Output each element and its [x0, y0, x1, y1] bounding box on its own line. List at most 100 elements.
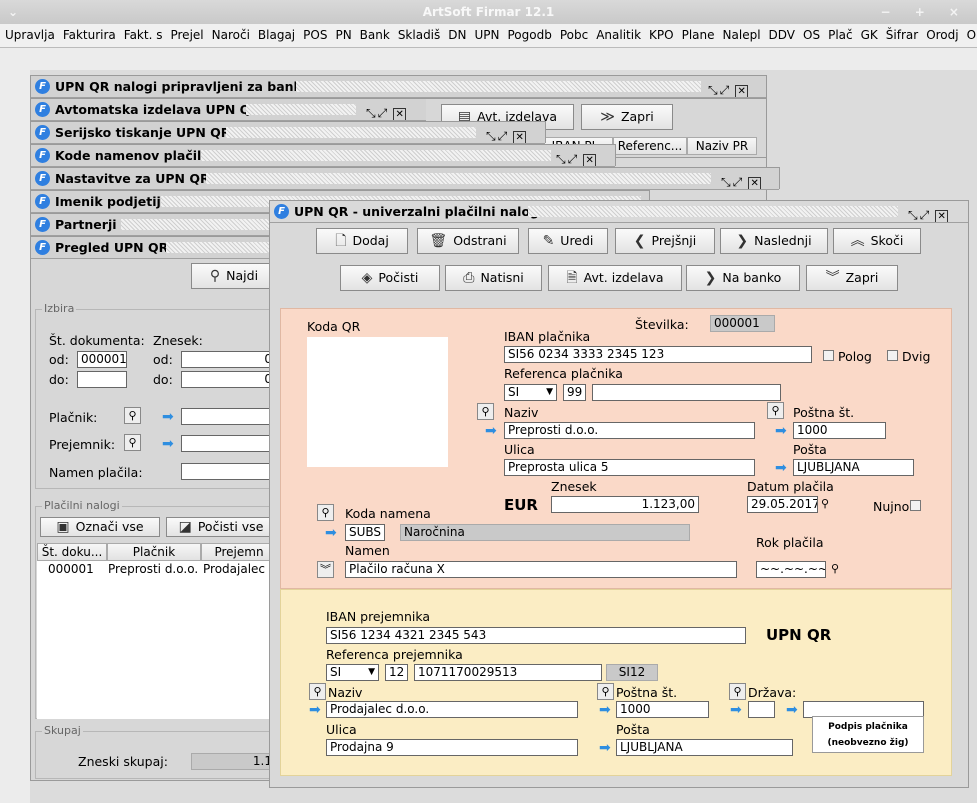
frame-partnerji-titlebar[interactable]: F Partnerji: [31, 214, 279, 236]
menu-item-19[interactable]: OS: [798, 24, 823, 46]
naziv-search-icon[interactable]: ⚲: [477, 403, 494, 420]
menu-item-14[interactable]: Analitik: [591, 24, 644, 46]
oznaci-vse-button[interactable]: ▣ Označi vse: [40, 517, 160, 537]
col-prejemnik[interactable]: Prejemn: [201, 543, 277, 561]
znesek-input[interactable]: 1.123,00: [551, 496, 699, 513]
window-controls[interactable]: − + ×: [880, 0, 969, 24]
ulica-input[interactable]: Preprosta ulica 5: [504, 459, 755, 476]
drzava-search-icon[interactable]: ⚲: [729, 683, 746, 700]
frame-controls[interactable]: ⤡⤢ ✕: [556, 148, 597, 166]
menu-item-11[interactable]: UPN: [470, 24, 503, 46]
frame-pregled-titlebar[interactable]: F Pregled UPN QR: [31, 237, 279, 259]
frame-upn-nalogi-titlebar[interactable]: F UPN QR nalogi pripravljeni za banko ⤡⤢…: [31, 76, 766, 98]
namen-dropdown-icon[interactable]: ︾: [317, 561, 334, 578]
menu-item-15[interactable]: KPO: [644, 24, 677, 46]
placnik-input[interactable]: [181, 408, 276, 425]
postna-st-search-icon[interactable]: ⚲: [767, 402, 784, 419]
koda-namena-search-icon[interactable]: ⚲: [317, 504, 334, 521]
pocisti-vse-button[interactable]: ◪ Počisti vse: [166, 517, 276, 537]
dodaj-button[interactable]: 🗋 Dodaj: [316, 228, 408, 254]
menu-item-8[interactable]: Bank: [355, 24, 393, 46]
namen-placila-input[interactable]: [181, 463, 276, 480]
postna-st-r-input[interactable]: 1000: [616, 701, 709, 718]
menu-item-20[interactable]: Plač: [823, 24, 856, 46]
menu-item-24[interactable]: Okn: [962, 24, 977, 46]
rok-placila-input[interactable]: ~~.~~.~~~: [756, 561, 826, 578]
menu-item-12[interactable]: Pogodb: [503, 24, 555, 46]
dok-do-input[interactable]: [77, 371, 127, 388]
table-row[interactable]: 000001 Preprosti d.o.o. Prodajalec: [37, 561, 277, 577]
menu-item-18[interactable]: DDV: [764, 24, 798, 46]
menu-item-2[interactable]: Fakt. s: [119, 24, 166, 46]
frame-controls[interactable]: ⤡⤢ ✕: [486, 125, 527, 143]
naziv-arrow-icon[interactable]: ➡: [485, 424, 497, 438]
iban-prejemnika-input[interactable]: SI56 1234 4321 2345 543: [326, 627, 746, 644]
naziv-r-arrow-icon[interactable]: ➡: [309, 703, 321, 717]
dvig-checkbox[interactable]: [887, 350, 898, 361]
upn-titlebar[interactable]: F UPN QR - univerzalni plačilni nalog ⤡⤢…: [270, 201, 968, 223]
odstrani-button[interactable]: 🗑 Odstrani: [417, 228, 519, 254]
najdi-button[interactable]: ⚲ Najdi: [191, 263, 277, 289]
avt-izdelava-upn-button[interactable]: 🗎 Avt. izdelava: [548, 265, 682, 291]
prejemnik-input[interactable]: [181, 435, 276, 452]
placnik-search-icon[interactable]: ⚲: [124, 407, 141, 424]
skoci-button[interactable]: ︽ Skoči: [833, 228, 921, 254]
frame-controls[interactable]: ⤡⤢ ✕: [708, 79, 749, 97]
natisni-button[interactable]: ⎙ Natisni: [445, 265, 542, 291]
close-icon[interactable]: ✕: [583, 154, 597, 166]
prejsnji-button[interactable]: ❮ Prejšnji: [615, 228, 715, 254]
prejemnik-arrow-icon[interactable]: ➡: [162, 437, 174, 451]
posta-input[interactable]: LJUBLJANA: [793, 459, 914, 476]
postna-st-input[interactable]: 1000: [793, 422, 886, 439]
frame-kode-titlebar[interactable]: F Kode namenov plačil ⤡⤢ ✕: [31, 145, 615, 167]
si12-button[interactable]: SI12: [606, 664, 658, 681]
na-banko-button[interactable]: ❯ Na banko: [686, 265, 800, 291]
close-icon[interactable]: ✕: [513, 131, 527, 143]
postna-st-r-search-icon[interactable]: ⚲: [597, 683, 614, 700]
frame-controls[interactable]: ⤡⤢ ✕: [908, 204, 949, 222]
datum-search-icon[interactable]: ⚲: [821, 497, 829, 510]
naziv-r-input[interactable]: Prodajalec d.o.o.: [326, 701, 578, 718]
drzava-name-arrow-icon[interactable]: ➡: [786, 703, 798, 717]
frame-serijsko-titlebar[interactable]: F Serijsko tiskanje UPN QR ⤡⤢ ✕: [31, 122, 545, 144]
menu-item-13[interactable]: Pobc: [555, 24, 591, 46]
rok-search-icon[interactable]: ⚲: [831, 562, 839, 575]
pocisti-button[interactable]: ◈ Počisti: [340, 265, 440, 291]
menu-item-7[interactable]: PN: [330, 24, 354, 46]
polog-checkbox[interactable]: [823, 350, 834, 361]
zn-od-input[interactable]: 0: [181, 351, 276, 368]
namen-input[interactable]: Plačilo računa X: [345, 561, 737, 578]
dok-od-input[interactable]: 000001: [77, 351, 127, 368]
menu-item-3[interactable]: Prejel: [165, 24, 206, 46]
menu-item-22[interactable]: Šifrar: [881, 24, 921, 46]
menu-item-21[interactable]: GK: [856, 24, 881, 46]
ref-placnika-model-select[interactable]: SI ▼: [504, 384, 557, 401]
menu-item-6[interactable]: POS: [298, 24, 330, 46]
naslednji-button[interactable]: ❯ Naslednji: [720, 228, 828, 254]
iban-placnika-input[interactable]: SI56 0234 3333 2345 123: [504, 346, 812, 363]
frame-avt-titlebar[interactable]: F Avtomatska izdelava UPN QR ⤡⤢ ✕: [31, 99, 426, 121]
posta-arrow-icon[interactable]: ➡: [775, 461, 787, 475]
frame-controls[interactable]: ⤡⤢ ✕: [721, 171, 762, 189]
posta-r-arrow-icon[interactable]: ➡: [599, 741, 611, 755]
close-icon[interactable]: ✕: [748, 177, 762, 189]
menu-item-4[interactable]: Naroči: [207, 24, 253, 46]
zapri-upn-button[interactable]: ︾ Zapri: [806, 265, 898, 291]
postna-st-r-arrow-icon[interactable]: ➡: [599, 703, 611, 717]
placnik-arrow-icon[interactable]: ➡: [162, 410, 174, 424]
col-referenca[interactable]: Referenc...: [613, 137, 687, 155]
posta-r-input[interactable]: LJUBLJANA: [616, 739, 793, 756]
drzava-code-input[interactable]: [748, 701, 775, 718]
menu-item-17[interactable]: Nalepl: [718, 24, 764, 46]
prejemnik-search-icon[interactable]: ⚲: [124, 434, 141, 451]
close-icon[interactable]: ✕: [393, 108, 407, 120]
col-naziv-pr[interactable]: Naziv PR: [687, 137, 757, 155]
koda-namena-arrow-icon[interactable]: ➡: [325, 526, 337, 540]
frame-nastavitve-titlebar[interactable]: F Nastavitve za UPN QR ⤡⤢ ✕: [31, 168, 779, 190]
zn-do-input[interactable]: 0: [181, 371, 276, 388]
drzava-arrow-icon[interactable]: ➡: [730, 703, 742, 717]
close-icon[interactable]: ✕: [735, 85, 749, 97]
ref-placnika-model-number[interactable]: 99: [563, 384, 586, 401]
window-menu-icon[interactable]: ⌄: [8, 0, 18, 24]
nujno-checkbox[interactable]: [910, 500, 921, 511]
